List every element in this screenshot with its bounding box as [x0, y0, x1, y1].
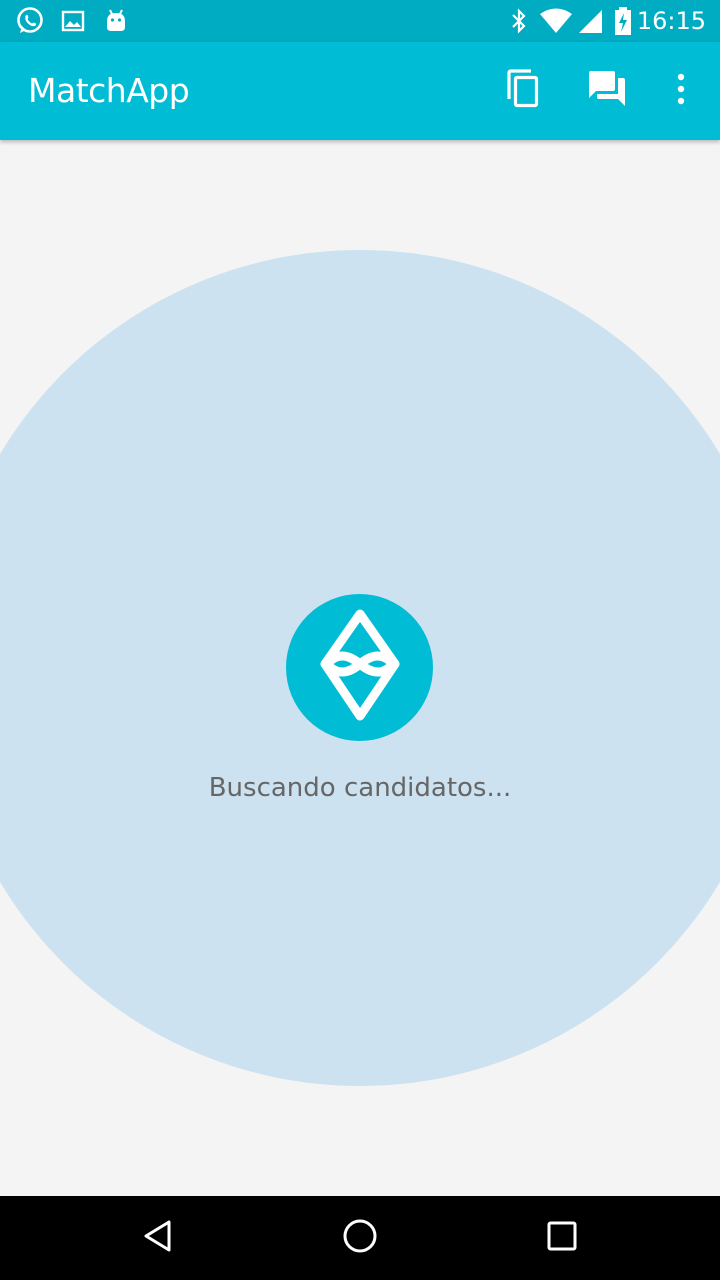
whatsapp-icon	[14, 5, 46, 37]
more-vert-icon	[675, 73, 687, 109]
back-button[interactable]	[134, 1214, 182, 1262]
chat-icon	[587, 70, 627, 112]
matchapp-logo-button[interactable]	[286, 594, 433, 741]
signal-icon	[574, 5, 606, 37]
navigation-bar	[0, 1196, 720, 1280]
recents-button[interactable]	[538, 1214, 586, 1262]
status-bar: 16:15	[0, 0, 720, 42]
app-title: MatchApp	[28, 71, 190, 110]
image-icon	[57, 5, 89, 37]
copy-icon	[505, 69, 541, 113]
more-options-button[interactable]	[657, 67, 705, 115]
battery-charging-icon	[607, 5, 639, 37]
bluetooth-icon	[503, 5, 535, 37]
chat-button[interactable]	[583, 67, 631, 115]
back-icon	[142, 1219, 174, 1257]
main-content: Buscando candidatos...	[0, 140, 720, 1196]
status-time: 16:15	[636, 7, 706, 35]
home-button[interactable]	[336, 1214, 384, 1262]
copy-button[interactable]	[499, 67, 547, 115]
screen: 16:15 MatchApp Buscando candidatos...	[0, 0, 720, 1280]
home-icon	[342, 1218, 378, 1258]
wifi-icon	[538, 5, 574, 37]
matchapp-logo-icon	[315, 606, 405, 730]
search-status-text: Buscando candidatos...	[208, 773, 512, 803]
android-icon	[100, 5, 132, 37]
app-bar: MatchApp	[0, 42, 720, 140]
recents-icon	[546, 1220, 578, 1256]
